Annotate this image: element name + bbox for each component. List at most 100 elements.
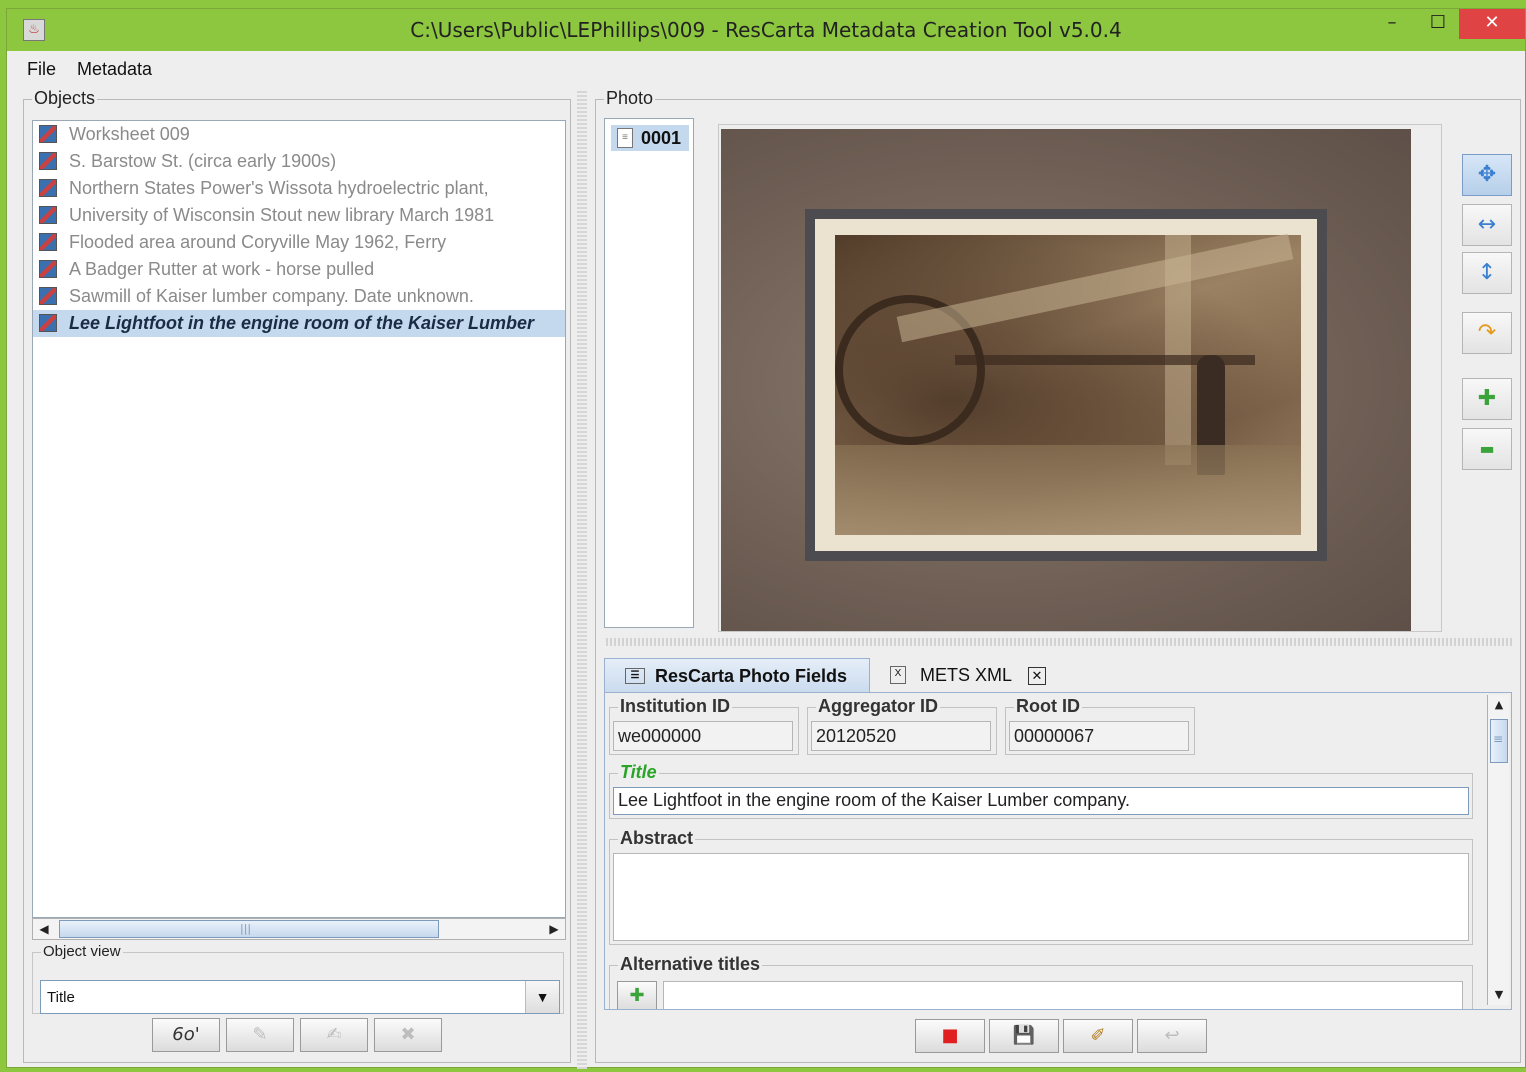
maximize-button[interactable]: ☐ (1415, 9, 1461, 39)
edit-object-button[interactable]: ✎ (226, 1018, 294, 1052)
close-button[interactable]: ✕ (1459, 9, 1525, 39)
objects-horizontal-scrollbar[interactable]: ◀ ||| ▶ (32, 918, 566, 940)
scrollbar-thumb[interactable]: ≡ (1490, 719, 1508, 763)
title-field[interactable]: Lee Lightfoot in the engine room of the … (613, 787, 1469, 815)
metadata-tabs: ☰ ResCarta Photo Fields X METS XML ✕ (604, 658, 1512, 694)
list-item-label: University of Wisconsin Stout new librar… (69, 205, 495, 225)
institution-id-field[interactable]: we000000 (613, 721, 793, 751)
scroll-left-arrow-icon[interactable]: ◀ (33, 919, 55, 939)
fit-height-icon: ↕ (1477, 260, 1497, 285)
photo-mount (721, 129, 1411, 631)
alternative-titles-label: Alternative titles (618, 954, 763, 975)
photo-object-icon (39, 260, 57, 278)
fit-width-button[interactable]: ↔ (1462, 204, 1512, 246)
horizontal-split-divider[interactable] (606, 638, 1512, 646)
scrollbar-grip: ≡ (1493, 732, 1504, 746)
pipe-shape (896, 233, 1294, 343)
abstract-label: Abstract (618, 828, 696, 849)
list-item[interactable]: S. Barstow St. (circa early 1900s) (33, 148, 565, 175)
undo-button[interactable]: ↩ (1137, 1019, 1207, 1053)
apply-edit-icon: ✐ (1090, 1025, 1106, 1046)
list-item-label: Worksheet 009 (69, 124, 190, 144)
apply-button[interactable]: ✐ (1063, 1019, 1133, 1053)
photo-object-icon (39, 287, 57, 305)
list-item[interactable]: Northern States Power's Wissota hydroele… (33, 175, 565, 202)
aggregator-id-field[interactable]: 20120520 (811, 721, 991, 751)
root-id-label: Root ID (1014, 696, 1082, 717)
plus-icon: ✚ (1477, 386, 1497, 411)
photo-fields-form: Institution ID we000000 Aggregator ID 20… (604, 692, 1512, 1010)
institution-id-label: Institution ID (618, 696, 732, 717)
zoom-out-button[interactable]: ▬ (1462, 428, 1512, 470)
objects-list[interactable]: Worksheet 009 S. Barstow St. (circa earl… (32, 120, 566, 918)
list-item-label: Sawmill of Kaiser lumber company. Date u… (69, 286, 474, 306)
rotate-icon: ↷ (1477, 320, 1497, 345)
title-label: Title (618, 762, 659, 783)
photo-object-icon (39, 125, 57, 143)
floor-shape (835, 445, 1301, 535)
tab-rescarta-photo-fields[interactable]: ☰ ResCarta Photo Fields (604, 658, 870, 694)
alternative-title-field[interactable] (663, 981, 1463, 1009)
form-vertical-scrollbar[interactable]: ▲ ≡ ▼ (1487, 695, 1509, 1005)
table-icon: ☰ (625, 668, 645, 684)
list-item[interactable]: Worksheet 009 (33, 121, 565, 148)
scroll-up-arrow-icon[interactable]: ▲ (1488, 695, 1510, 715)
photo-object-icon (39, 233, 57, 251)
photo-object-icon (39, 179, 57, 197)
zoom-in-button[interactable]: ✚ (1462, 378, 1512, 420)
photo-object-icon (39, 206, 57, 224)
window-title: C:\Users\Public\LEPhillips\009 - ResCart… (410, 18, 1122, 42)
edit-metadata-button[interactable]: ✍ (300, 1018, 368, 1052)
stop-icon: ■ (941, 1025, 959, 1046)
menu-metadata[interactable]: Metadata (77, 59, 152, 80)
aggregator-id-label: Aggregator ID (816, 696, 941, 717)
list-item[interactable]: University of Wisconsin Stout new librar… (33, 202, 565, 229)
list-item[interactable]: Flooded area around Coryville May 1962, … (33, 229, 565, 256)
page-number: 0001 (641, 128, 682, 148)
view-object-button[interactable]: 6o' (152, 1018, 220, 1052)
list-item-selected[interactable]: Lee Lightfoot in the engine room of the … (33, 310, 565, 337)
save-button[interactable]: 💾 (989, 1019, 1059, 1053)
rotate-button[interactable]: ↷ (1462, 312, 1512, 354)
abstract-field[interactable] (613, 853, 1469, 941)
fit-height-button[interactable]: ↕ (1462, 252, 1512, 294)
list-item-label: Northern States Power's Wissota hydroele… (69, 178, 489, 198)
delete-object-button[interactable]: ✖ (374, 1018, 442, 1052)
minus-icon: ▬ (1479, 439, 1495, 458)
undo-icon: ↩ (1164, 1025, 1180, 1046)
menu-file[interactable]: File (27, 59, 56, 80)
engine-room-photo (835, 233, 1301, 535)
fit-width-icon: ↔ (1477, 212, 1497, 237)
pan-button[interactable]: ✥ (1462, 154, 1512, 196)
pencil-icon: ✎ (252, 1024, 268, 1045)
close-tab-icon[interactable]: ✕ (1028, 667, 1046, 685)
objects-panel: Objects Worksheet 009 S. Barstow St. (ci… (23, 88, 571, 1063)
minimize-button[interactable]: – (1369, 9, 1415, 39)
tab-label: ResCarta Photo Fields (655, 666, 848, 686)
list-item-label: S. Barstow St. (circa early 1900s) (69, 151, 337, 171)
move-icon: ✥ (1477, 162, 1497, 187)
column-shape (1165, 235, 1191, 465)
glasses-icon: 6o' (172, 1024, 200, 1045)
viewer-toolbar: ✥ ↔ ↕ ↷ ✚ ▬ (1456, 124, 1516, 632)
scrollbar-thumb[interactable]: ||| (59, 920, 439, 938)
photo-object-edit-icon (39, 314, 57, 332)
photo-panel-title: Photo (604, 88, 656, 109)
photo-border (815, 219, 1317, 551)
tab-mets-xml[interactable]: X METS XML ✕ (872, 658, 1050, 694)
scrollbar-grip: ||| (240, 922, 252, 935)
title-bar[interactable]: ♨ C:\Users\Public\LEPhillips\009 - ResCa… (7, 9, 1525, 51)
scroll-right-arrow-icon[interactable]: ▶ (543, 919, 565, 939)
root-id-field[interactable]: 00000067 (1009, 721, 1189, 751)
image-viewer[interactable] (718, 124, 1442, 632)
split-pane-divider[interactable] (577, 91, 587, 1069)
chevron-down-icon[interactable]: ▼ (525, 981, 559, 1013)
scroll-down-arrow-icon[interactable]: ▼ (1488, 985, 1510, 1005)
list-item[interactable]: Sawmill of Kaiser lumber company. Date u… (33, 283, 565, 310)
page-thumbnail-list[interactable]: ≡ 0001 (604, 118, 694, 628)
object-view-select[interactable]: Title ▼ (40, 980, 560, 1014)
list-item[interactable]: A Badger Rutter at work - horse pulled (33, 256, 565, 283)
add-alternative-title-button[interactable]: ✚ (617, 981, 657, 1009)
stop-button[interactable]: ■ (915, 1019, 985, 1053)
page-thumbnail-item[interactable]: ≡ 0001 (611, 125, 689, 151)
